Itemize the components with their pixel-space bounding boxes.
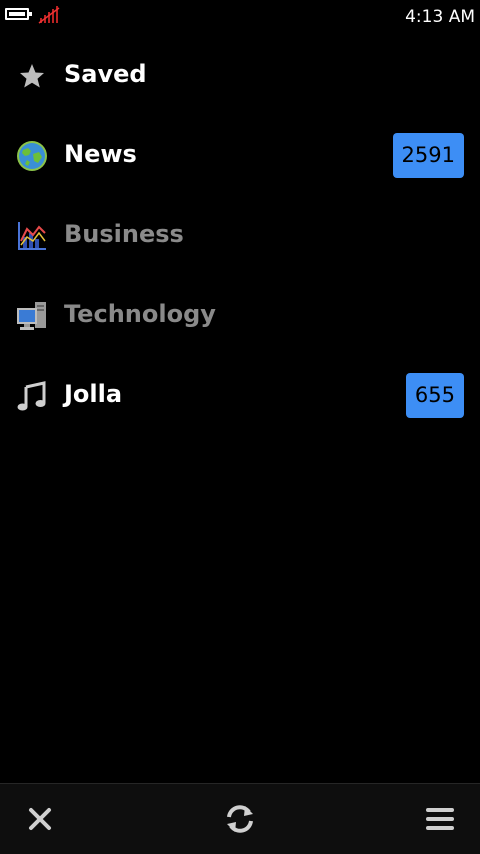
battery-icon [5,8,32,20]
star-icon [20,64,44,88]
feed-label: Saved [64,60,147,88]
close-icon[interactable] [20,799,60,839]
menu-icon[interactable] [420,799,460,839]
feed-item-technology[interactable]: Technology [0,275,480,355]
feed-label: Business [64,220,184,248]
globe-icon [17,141,47,171]
feed-item-business[interactable]: Business [0,195,480,275]
feed-label: Jolla [64,380,123,408]
computer-icon [17,302,46,330]
no-signal-icon [38,6,60,24]
unread-count-badge: 2591 [392,133,464,178]
unread-count-badge: 655 [405,373,464,418]
chart-icon [18,222,46,250]
feed-item-news[interactable]: News 2591 [0,115,480,195]
feed-label: News [64,140,137,168]
refresh-icon[interactable] [220,799,260,839]
feed-item-saved[interactable]: Saved [0,35,480,115]
clock: 4:13 AM [405,7,475,27]
bottom-toolbar [0,783,480,854]
status-bar: 4:13 AM [0,0,480,34]
feed-list: Saved News 2591 Business Technology Joll… [0,35,480,435]
feed-item-jolla[interactable]: Jolla 655 [0,355,480,435]
feed-label: Technology [64,300,216,328]
music-note-icon [17,381,46,411]
